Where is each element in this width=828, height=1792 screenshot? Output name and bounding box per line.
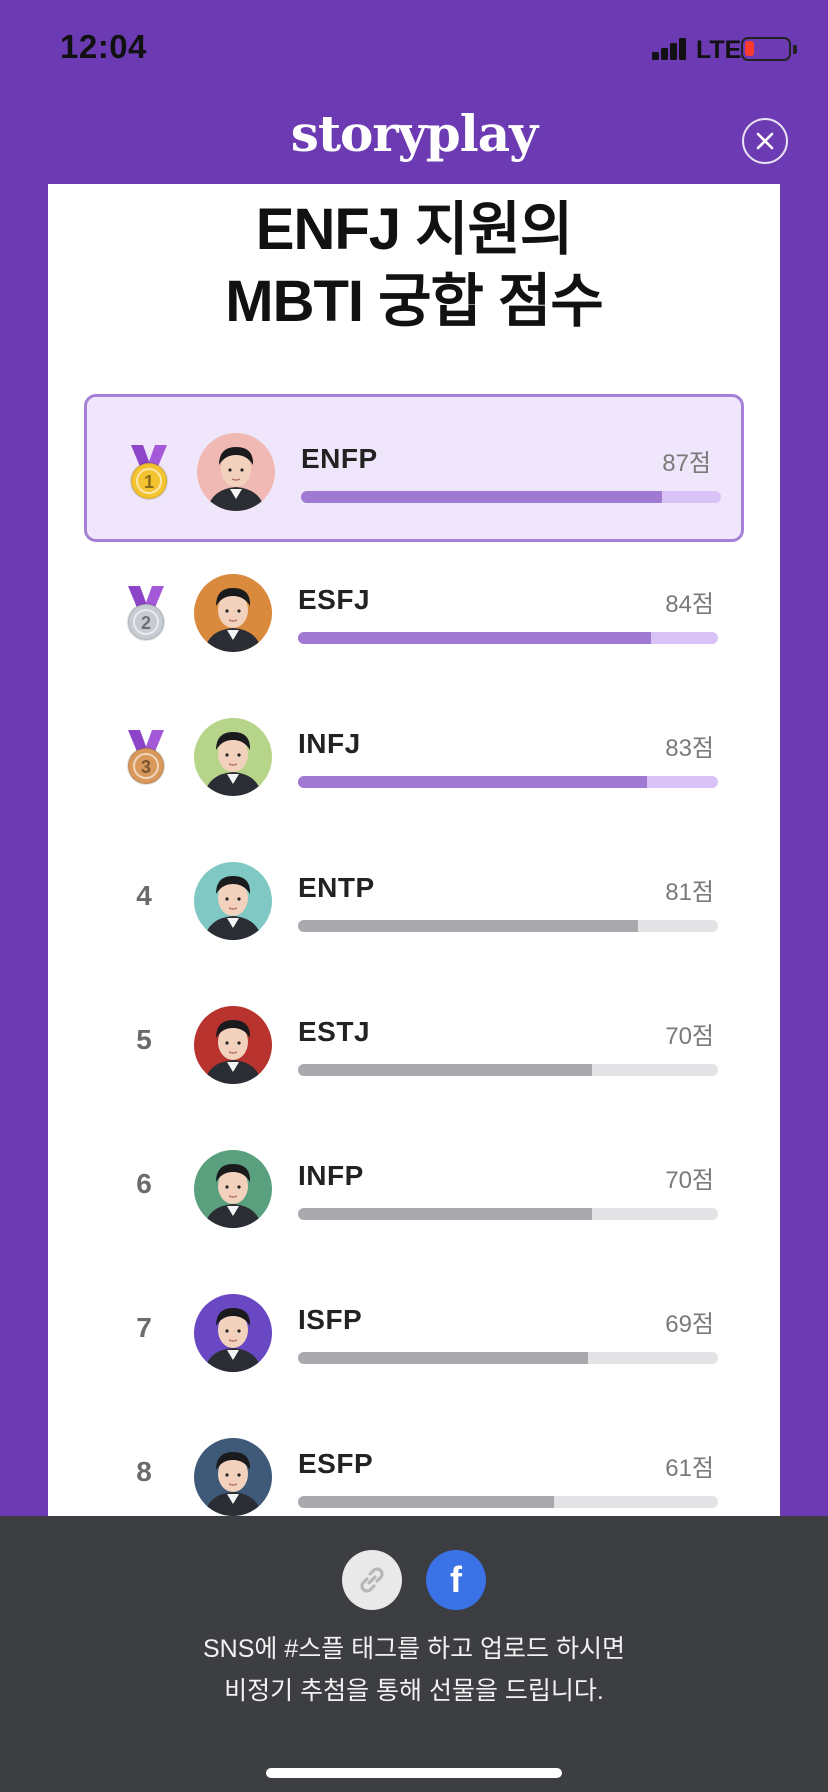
avatar	[194, 1438, 272, 1516]
compatibility-score: 87점	[662, 450, 711, 477]
avatar	[194, 1006, 272, 1084]
mbti-type: ESFP	[298, 1448, 374, 1479]
status-bar: 12:04 LTE	[0, 0, 828, 100]
score-bar	[298, 1496, 718, 1508]
rank-number: 4	[136, 880, 152, 911]
score-bar-fill	[298, 1352, 588, 1364]
score-bar	[301, 491, 721, 503]
rank-number: 6	[136, 1168, 152, 1199]
svg-text:2: 2	[141, 613, 151, 633]
mbti-type: INFP	[298, 1160, 364, 1191]
gold-medal-icon: 1	[125, 443, 173, 503]
ranking-row[interactable]: 6 INFP 70점	[84, 1114, 744, 1262]
link-icon	[360, 1567, 384, 1593]
score-bar-fill	[298, 632, 651, 644]
ranking-row[interactable]: 1 ENFP 87점	[84, 394, 744, 542]
storyplay-logo: storyplay	[290, 104, 538, 163]
home-indicator[interactable]	[266, 1768, 562, 1778]
screen: 12:04 LTE storyplay ENFJ 지원의 MBTI 궁합 점수 …	[0, 0, 828, 1792]
compatibility-card: ENFJ 지원의 MBTI 궁합 점수 1 ENFP 87점 2 ESFJ 84점 3 INF…	[48, 184, 780, 1524]
score-bar	[298, 1064, 718, 1076]
mbti-type: ESTJ	[298, 1016, 371, 1047]
avatar	[194, 1294, 272, 1372]
title-line-1: ENFJ 지원의	[255, 197, 573, 262]
mbti-type: ENFP	[301, 443, 378, 474]
score-bar-fill	[298, 1064, 592, 1076]
score-bar	[298, 776, 718, 788]
svg-text:3: 3	[141, 757, 151, 777]
mbti-type: INFJ	[298, 728, 361, 759]
compatibility-score: 70점	[665, 1167, 714, 1194]
score-bar-fill	[298, 776, 647, 788]
share-panel: f SNS에 #스플 태그를 하고 업로드 하시면 비정기 추첨을 통해 선물을…	[0, 1516, 828, 1792]
title-line-2: MBTI 궁합 점수	[225, 269, 603, 334]
compatibility-score: 70점	[665, 1023, 714, 1050]
share-message-line-2: 비정기 추첨을 통해 선물을 드립니다.	[224, 1677, 604, 1705]
compatibility-score: 69점	[665, 1311, 714, 1338]
compatibility-score: 61점	[665, 1455, 714, 1482]
rank-number: 8	[136, 1456, 152, 1487]
score-bar-fill	[298, 1208, 592, 1220]
facebook-share-button[interactable]: f	[426, 1550, 486, 1610]
rank-number: 7	[136, 1312, 152, 1343]
mbti-type: ISFP	[298, 1304, 363, 1335]
share-message: SNS에 #스플 태그를 하고 업로드 하시면 비정기 추첨을 통해 선물을 드…	[0, 1628, 828, 1712]
battery-icon	[741, 37, 791, 61]
score-bar	[298, 1208, 718, 1220]
mbti-type: ENTP	[298, 872, 375, 903]
share-message-line-1: SNS에 #스플 태그를 하고 업로드 하시면	[202, 1635, 626, 1663]
close-button[interactable]	[742, 118, 788, 164]
rank-number: 5	[136, 1024, 152, 1055]
copy-link-button[interactable]	[342, 1550, 402, 1610]
score-bar-fill	[298, 1496, 555, 1508]
svg-text:1: 1	[144, 472, 154, 492]
status-time: 12:04	[60, 28, 147, 65]
score-bar-fill	[301, 491, 663, 503]
score-bar	[298, 1352, 718, 1364]
page-title: ENFJ 지원의 MBTI 궁합 점수	[48, 194, 780, 338]
facebook-icon: f	[450, 1559, 462, 1600]
close-icon	[756, 132, 774, 150]
compatibility-score: 84점	[665, 591, 714, 618]
avatar	[194, 862, 272, 940]
ranking-row[interactable]: 2 ESFJ 84점	[84, 538, 744, 686]
avatar	[194, 1150, 272, 1228]
network-label: LTE	[696, 36, 742, 64]
ranking-row[interactable]: 5 ESTJ 70점	[84, 970, 744, 1118]
compatibility-score: 83점	[665, 735, 714, 762]
score-bar	[298, 920, 718, 932]
avatar	[197, 433, 275, 511]
score-bar-fill	[298, 920, 639, 932]
bronze-medal-icon: 3	[122, 728, 170, 788]
ranking-row[interactable]: 4 ENTP 81점	[84, 826, 744, 974]
avatar	[194, 718, 272, 796]
score-bar	[298, 632, 718, 644]
signal-icon	[652, 38, 688, 60]
compatibility-score: 81점	[665, 879, 714, 906]
ranking-row[interactable]: 3 INFJ 83점	[84, 682, 744, 830]
avatar	[194, 574, 272, 652]
mbti-type: ESFJ	[298, 584, 371, 615]
ranking-row[interactable]: 8 ESFP 61점	[84, 1402, 744, 1524]
silver-medal-icon: 2	[122, 584, 170, 644]
ranking-row[interactable]: 7 ISFP 69점	[84, 1258, 744, 1406]
